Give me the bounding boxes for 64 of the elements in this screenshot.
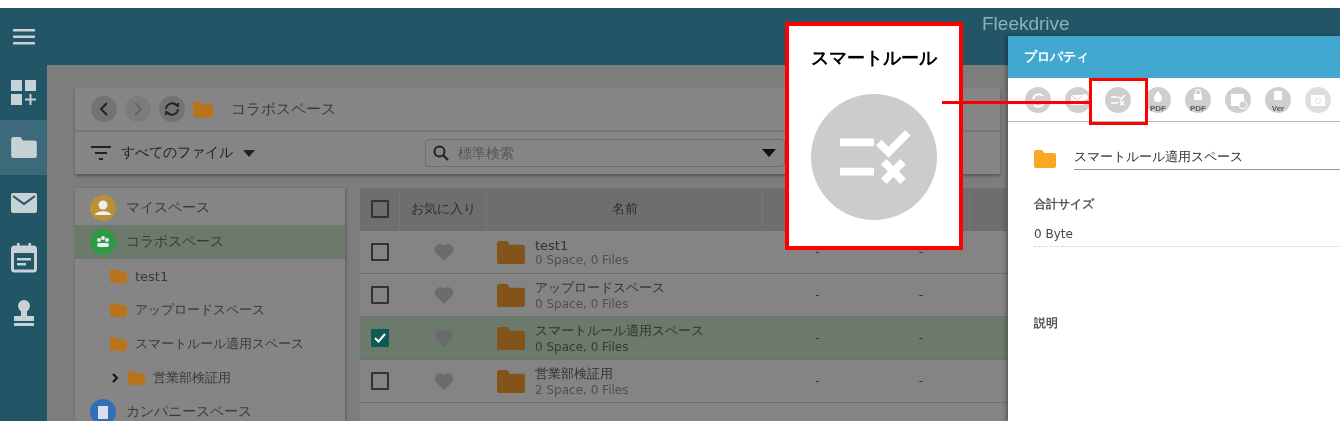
mail-icon[interactable]	[10, 192, 37, 213]
panel-title: プロパティ	[1024, 48, 1089, 66]
table-cell-text: -	[814, 331, 821, 345]
field-label: 説明	[1034, 315, 1059, 332]
table-cell-text: -	[917, 245, 925, 259]
menu-icon[interactable]	[12, 28, 35, 45]
table-cell-text: -	[917, 331, 925, 345]
name-field[interactable]: スマートルール適用スペース	[1074, 148, 1340, 170]
tool-button[interactable]: Ver	[1265, 86, 1291, 113]
field-value: 0 Byte	[1034, 227, 1340, 247]
folder-icon	[128, 371, 145, 385]
column-header[interactable]: 名前	[487, 188, 763, 230]
folder-icon	[110, 269, 127, 283]
file-name[interactable]: test1	[535, 237, 629, 253]
row-checkbox[interactable]	[371, 286, 389, 304]
folder-icon	[10, 137, 37, 158]
expand-caret-icon[interactable]	[110, 372, 120, 384]
back-button[interactable]	[91, 96, 117, 122]
tree-item[interactable]: test1	[75, 259, 345, 293]
tree-item[interactable]: 営業部検証用	[75, 361, 345, 395]
tool-button[interactable]: PDF	[1145, 86, 1171, 113]
back-icon	[99, 102, 109, 116]
filter-icon	[91, 146, 111, 160]
select-all-checkbox[interactable]	[370, 200, 389, 218]
file-name[interactable]: アップロードスペース	[535, 279, 665, 297]
folder-icon	[193, 100, 213, 118]
tree-item[interactable]: アップロードスペース	[75, 293, 345, 327]
rule-check-icon	[811, 94, 937, 220]
row-checkbox[interactable]	[371, 243, 389, 261]
stamp-icon[interactable]	[12, 299, 35, 326]
table-cell-text: -	[917, 374, 925, 388]
breadcrumb-current: コラボスペース	[231, 99, 336, 119]
row-checkbox[interactable]	[371, 329, 389, 347]
caret-icon[interactable]	[762, 149, 776, 157]
caret-icon	[243, 149, 255, 157]
table-cell-text: -	[814, 374, 821, 388]
tree-item[interactable]: コラボスペース	[75, 225, 345, 259]
folder-icon	[110, 337, 127, 351]
tree-item[interactable]: スマートルール適用スペース	[75, 327, 345, 361]
search-icon	[433, 145, 449, 161]
table-cell-text: -	[814, 288, 821, 302]
dashboard-add-icon[interactable]	[10, 79, 37, 106]
refresh-icon	[163, 101, 181, 117]
calendar-icon[interactable]	[10, 242, 37, 273]
table-cell-text: -	[917, 288, 925, 302]
field-label: 合計サイズ	[1034, 196, 1096, 213]
row-checkbox[interactable]	[371, 372, 389, 390]
folder-icon	[1034, 150, 1056, 168]
folder-icon	[497, 240, 525, 264]
tree-item[interactable]: マイスペース	[75, 191, 345, 225]
tree-item[interactable]: カンパニースペース	[75, 395, 345, 421]
file-name[interactable]: 営業部検証用	[535, 365, 629, 383]
folder-icon	[497, 283, 525, 307]
file-meta: 0 Space, 0 Files	[535, 340, 630, 354]
refresh-button[interactable]	[159, 96, 185, 122]
logo-text: Fleekdrive	[982, 13, 1070, 35]
callout-title: スマートルール	[811, 46, 937, 70]
tool-button[interactable]: PDF	[1185, 86, 1211, 113]
filter-dropdown[interactable]: すべてのファイル	[91, 144, 255, 162]
folder-icon	[110, 303, 127, 317]
table-cell-text: -	[814, 245, 821, 259]
folder-icon	[497, 326, 525, 350]
column-header[interactable]: お気に入り	[400, 188, 487, 230]
folder-icon	[497, 369, 525, 393]
